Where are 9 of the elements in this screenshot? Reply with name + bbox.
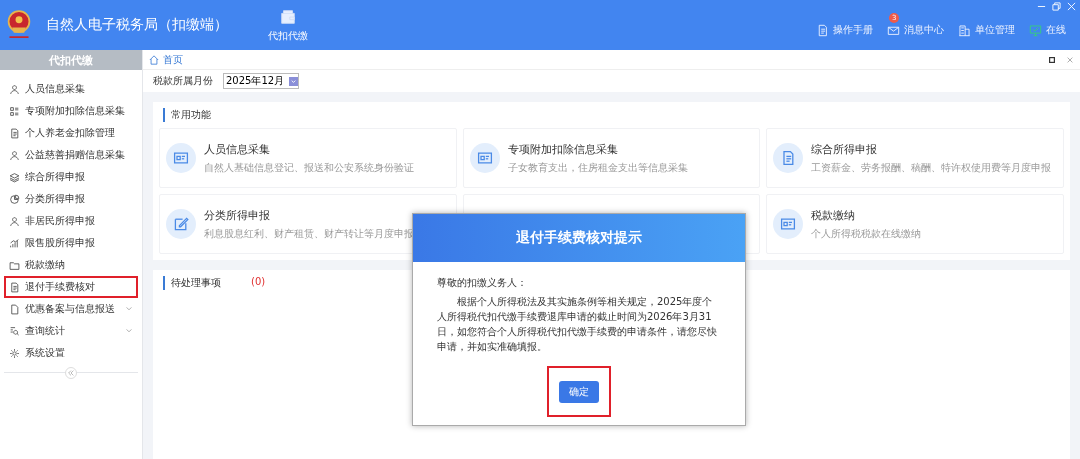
notice-text: 根据个人所得税法及其实施条例等相关规定，2025年度个人所得税代扣代缴手续费退库申请的截止时间为2026年3月31日，如您符合个人所得税代扣代缴手续费的申请条件，请您尽快申请，并如实准确填报。 xyxy=(437,295,718,354)
sidebar-title: 代扣代缴 xyxy=(0,50,142,70)
dialog-title: 退付手续费核对提示 xyxy=(413,214,745,262)
pending-count: (0) xyxy=(251,276,266,289)
section-title: 待处理事项 xyxy=(171,276,221,290)
greeting-text: 尊敬的扣缴义务人： xyxy=(437,276,528,290)
app-title: 自然人电子税务局（扣缴端） xyxy=(46,16,228,34)
filter-label: 税款所属月份 xyxy=(153,74,213,88)
section-title: 常用功能 xyxy=(163,108,1064,122)
